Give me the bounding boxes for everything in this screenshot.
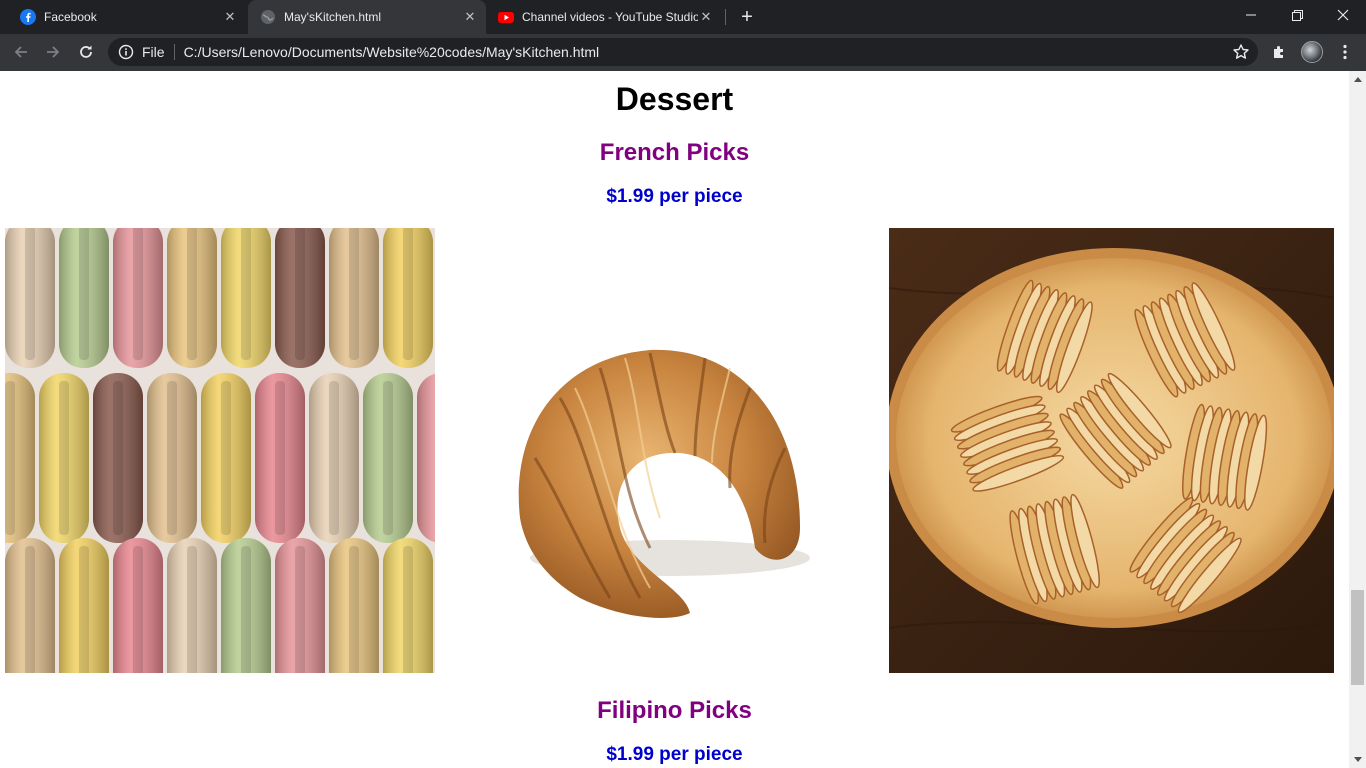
scheme-label: File xyxy=(142,44,165,60)
browser-toolbar: File C:/Users/Lenovo/Documents/Website%2… xyxy=(0,34,1366,71)
new-tab-icon[interactable]: + xyxy=(737,7,757,27)
close-tab-icon[interactable]: ✕ xyxy=(222,9,238,25)
scrollbar-thumb[interactable] xyxy=(1351,590,1364,685)
tab-mays-kitchen[interactable]: May'sKitchen.html ✕ xyxy=(248,0,486,34)
youtube-icon xyxy=(498,12,514,23)
section-title-filipino: Filipino Picks xyxy=(597,697,752,724)
reload-icon[interactable] xyxy=(72,38,100,66)
section-title-french: French Picks xyxy=(599,139,750,166)
address-bar[interactable]: File C:/Users/Lenovo/Documents/Website%2… xyxy=(108,38,1258,66)
tab-title: May'sKitchen.html xyxy=(284,10,381,24)
price-french: $1.99 per piece xyxy=(606,186,743,207)
croissant-image xyxy=(500,228,820,673)
menu-kebab-icon[interactable] xyxy=(1331,38,1359,66)
facebook-icon xyxy=(20,9,36,25)
apple-tart-image xyxy=(889,228,1334,673)
price-filipino: $1.99 per piece xyxy=(606,744,743,765)
avatar xyxy=(1301,41,1323,63)
scroll-down-arrow-icon[interactable] xyxy=(1349,751,1366,768)
address-separator xyxy=(173,44,175,60)
close-window-icon[interactable] xyxy=(1320,0,1366,30)
url-text[interactable]: C:/Users/Lenovo/Documents/Website%20code… xyxy=(184,44,600,60)
back-icon[interactable] xyxy=(7,38,35,66)
scroll-up-arrow-icon[interactable] xyxy=(1349,71,1366,88)
tab-title: Facebook xyxy=(44,10,97,24)
profile-avatar[interactable] xyxy=(1298,38,1326,66)
close-tab-icon[interactable]: ✕ xyxy=(698,9,714,25)
page-viewport: Dessert French Picks $1.99 per piece Fil… xyxy=(0,71,1349,768)
minimize-icon[interactable] xyxy=(1228,0,1274,30)
extensions-icon[interactable] xyxy=(1265,38,1293,66)
close-tab-icon[interactable]: ✕ xyxy=(462,9,478,25)
bookmark-star-icon[interactable] xyxy=(1232,43,1250,61)
tab-facebook[interactable]: Facebook ✕ xyxy=(8,0,246,34)
vertical-scrollbar[interactable] xyxy=(1349,71,1366,768)
info-icon[interactable] xyxy=(118,44,134,60)
page-heading: Dessert xyxy=(615,81,734,117)
macarons-image xyxy=(5,228,435,673)
forward-icon[interactable] xyxy=(39,38,67,66)
tab-strip: Facebook ✕ May'sKitchen.html ✕ Channel v… xyxy=(0,0,1366,34)
globe-icon xyxy=(261,10,275,24)
tab-youtube-studio[interactable]: Channel videos - YouTube Studio ✕ xyxy=(488,0,722,34)
restore-icon[interactable] xyxy=(1274,0,1320,30)
tab-title: Channel videos - YouTube Studio xyxy=(522,10,698,24)
tab-separator xyxy=(725,9,726,25)
